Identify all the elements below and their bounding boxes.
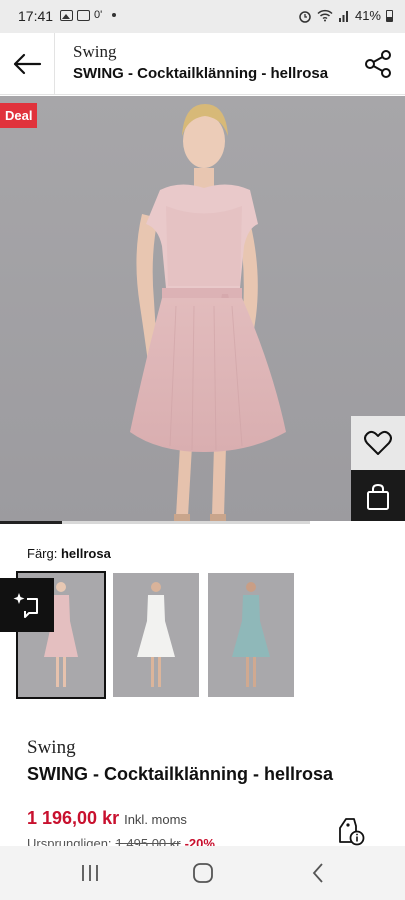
alarm-icon	[299, 10, 311, 23]
recent-apps-icon	[82, 865, 98, 881]
header-title: SWING - Cocktailklänning - hellrosa	[73, 65, 329, 82]
battery-icon	[386, 9, 393, 22]
ai-similar-button[interactable]	[0, 578, 54, 632]
heart-icon	[364, 430, 392, 455]
vat-note: Inkl. moms	[124, 812, 187, 827]
info-tag-icon	[339, 818, 365, 846]
ai-sparkle-icon	[13, 593, 38, 618]
home-icon	[193, 863, 213, 883]
product-header: Swing SWING - Cocktailklänning - hellros…	[0, 33, 405, 95]
header-text: Swing SWING - Cocktailklänning - hellros…	[73, 42, 328, 82]
swatch-white[interactable]	[113, 573, 199, 697]
system-back-button[interactable]	[305, 860, 331, 886]
color-value: hellrosa	[60, 546, 111, 561]
mail-icon	[77, 9, 90, 21]
chevron-left-icon	[312, 863, 323, 883]
home-button[interactable]	[190, 860, 216, 886]
color-swatches	[16, 571, 294, 699]
color-label: Färg:	[27, 546, 58, 561]
share-button[interactable]	[363, 49, 393, 79]
recent-apps-button[interactable]	[77, 860, 103, 886]
share-icon	[365, 50, 391, 78]
notification-dot-icon	[112, 13, 117, 17]
price-info-button[interactable]	[336, 816, 366, 846]
carousel-progress-fill	[0, 521, 62, 524]
arrow-left-icon	[13, 53, 42, 75]
header-brand: Swing	[73, 42, 117, 61]
deal-badge: Deal	[0, 103, 38, 128]
swatch-white-image	[113, 573, 199, 697]
battery-percent: 41%	[354, 8, 381, 23]
product-photo	[0, 96, 405, 524]
status-extra: 0'	[94, 9, 103, 21]
swatch-blue-image	[208, 573, 294, 697]
product-title: SWING - Cocktailklänning - hellrosa	[27, 764, 334, 784]
signal-icon	[338, 10, 348, 22]
price-row: 1 196,00 kr Inkl. moms	[27, 808, 187, 829]
current-price: 1 196,00 kr	[27, 808, 120, 828]
product-image-carousel[interactable]: Deal	[0, 96, 405, 524]
status-icons-right: 41%	[298, 8, 393, 23]
wifi-icon	[317, 9, 333, 22]
status-icons-left: 0'	[60, 9, 117, 21]
carousel-progress-gap	[310, 521, 405, 524]
add-to-bag-button[interactable]	[351, 470, 405, 524]
shopping-bag-icon	[367, 483, 389, 510]
status-time: 17:41	[18, 8, 54, 24]
color-label-row: Färg: hellrosa	[27, 546, 111, 561]
status-bar: 17:41 0' 41%	[0, 0, 405, 33]
back-button[interactable]	[0, 33, 55, 95]
carousel-progress	[0, 521, 405, 524]
gallery-icon	[60, 9, 73, 21]
favorite-button[interactable]	[351, 416, 405, 470]
system-nav-bar	[0, 846, 405, 900]
swatch-blue[interactable]	[208, 573, 294, 697]
product-brand: Swing	[27, 737, 76, 758]
